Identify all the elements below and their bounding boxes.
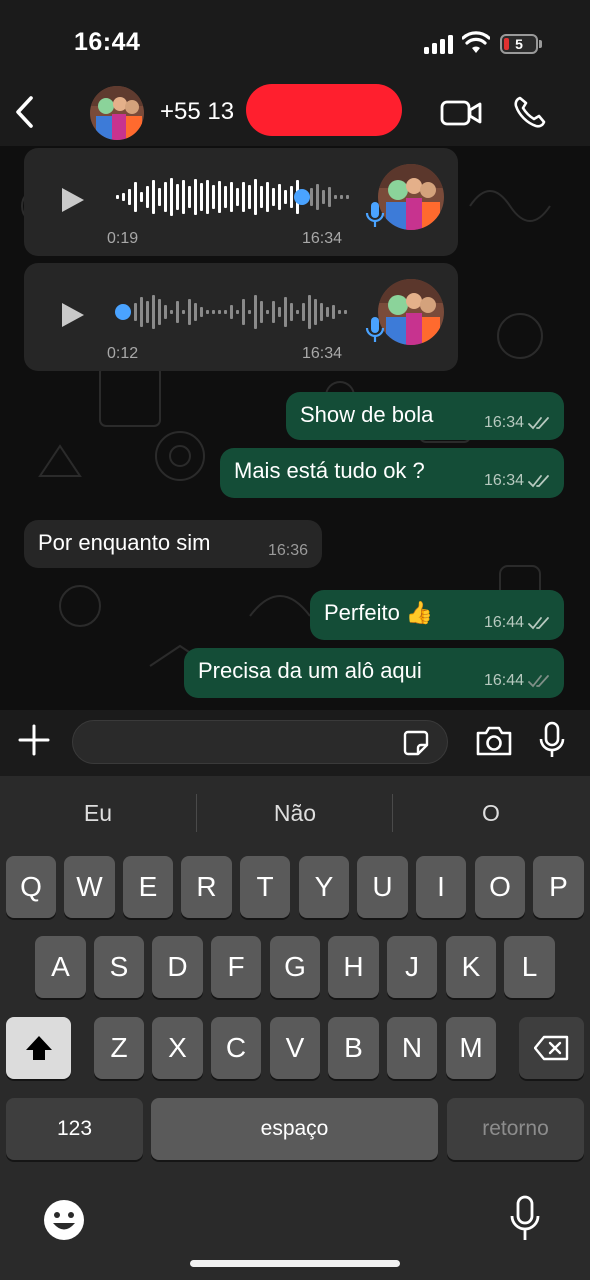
microphone-icon — [365, 202, 385, 227]
dictation-icon[interactable] — [508, 1194, 542, 1244]
suggestion[interactable]: Não — [197, 776, 393, 850]
message-time: 16:34 — [302, 230, 343, 247]
key[interactable]: V — [270, 1017, 320, 1079]
phone-icon[interactable] — [512, 94, 548, 130]
message-meta: 16:34 — [484, 414, 550, 432]
message-meta: 16:34 — [484, 472, 550, 490]
key[interactable]: R — [181, 856, 232, 918]
message-bubble-outgoing[interactable]: Show de bola 16:34 — [286, 392, 564, 440]
message-bubble-incoming[interactable]: Por enquanto sim 16:36 — [24, 520, 322, 568]
key[interactable]: N — [387, 1017, 437, 1079]
numbers-key[interactable]: 123 — [6, 1098, 143, 1160]
key[interactable]: B — [328, 1017, 379, 1079]
microphone-icon[interactable] — [538, 720, 566, 760]
voice-message[interactable]: 0:12 16:34 — [24, 263, 458, 371]
read-ticks-icon — [528, 617, 549, 630]
camera-icon[interactable] — [474, 724, 514, 758]
message-input-bar — [0, 710, 590, 776]
video-call-icon[interactable] — [440, 98, 482, 128]
key[interactable]: O — [475, 856, 525, 918]
key[interactable]: J — [387, 936, 437, 998]
voice-waveform[interactable] — [114, 291, 354, 333]
key[interactable]: P — [533, 856, 584, 918]
message-time: 16:44 — [483, 614, 524, 631]
message-text: Mais está tudo ok ? — [234, 458, 425, 483]
return-key[interactable]: retorno — [447, 1098, 584, 1160]
message-text: Perfeito 👍 — [324, 600, 434, 625]
home-indicator — [190, 1260, 400, 1267]
message-bubble-outgoing[interactable]: Mais está tudo ok ? 16:34 — [220, 448, 564, 498]
message-time: 16:34 — [483, 414, 524, 431]
status-bar: 16:44 5 — [0, 0, 590, 80]
shift-key[interactable] — [6, 1017, 71, 1079]
delete-key[interactable] — [519, 1017, 584, 1079]
key[interactable]: K — [446, 936, 496, 998]
emoji-icon[interactable] — [42, 1198, 86, 1242]
key[interactable]: C — [211, 1017, 261, 1079]
contact-avatar[interactable] — [90, 86, 144, 140]
key[interactable]: U — [357, 856, 408, 918]
message-text: Show de bola — [300, 402, 434, 427]
contact-name[interactable]: +55 13 — [160, 98, 234, 126]
battery-level: 5 — [515, 36, 523, 52]
voice-duration: 0:19 — [107, 230, 139, 247]
voice-duration: 0:12 — [107, 345, 139, 362]
message-meta: 16:44 — [484, 614, 550, 632]
key[interactable]: Y — [299, 856, 349, 918]
chat-header: +55 13 — [0, 80, 590, 146]
redaction-mark — [246, 84, 402, 136]
key[interactable]: Z — [94, 1017, 144, 1079]
key[interactable]: A — [35, 936, 86, 998]
wifi-icon — [462, 31, 490, 53]
key[interactable]: X — [152, 1017, 203, 1079]
message-time: 16:34 — [302, 345, 343, 362]
message-bubble-outgoing[interactable]: Perfeito 👍 16:44 — [310, 590, 564, 640]
sticker-icon[interactable] — [402, 729, 430, 757]
read-ticks-icon — [528, 417, 549, 430]
microphone-icon — [365, 317, 385, 342]
message-time: 16:36 — [267, 542, 308, 559]
delete-icon — [533, 1035, 568, 1061]
read-ticks-icon — [528, 475, 549, 488]
play-icon[interactable] — [60, 301, 86, 329]
message-text: Por enquanto sim — [38, 530, 211, 555]
key[interactable]: G — [270, 936, 320, 998]
sender-avatar — [378, 164, 444, 230]
key[interactable]: H — [328, 936, 379, 998]
message-meta: 16:44 — [484, 672, 550, 690]
suggestion[interactable]: Eu — [0, 776, 196, 850]
shift-icon — [25, 1036, 52, 1060]
key[interactable]: L — [504, 936, 555, 998]
chat-area[interactable]: 0:19 16:34 0:12 16:34 Show de bola 16:34… — [0, 146, 590, 710]
key[interactable]: I — [416, 856, 466, 918]
key[interactable]: D — [152, 936, 203, 998]
key[interactable]: W — [64, 856, 115, 918]
key[interactable]: T — [240, 856, 290, 918]
voice-message[interactable]: 0:19 16:34 — [24, 148, 458, 256]
message-input[interactable] — [72, 720, 448, 764]
cellular-signal-icon — [424, 34, 454, 54]
message-text: Precisa da um alô aqui — [198, 658, 422, 683]
status-time: 16:44 — [74, 28, 141, 56]
back-icon[interactable] — [10, 92, 40, 132]
keyboard: Eu Não O Q W E R T Y U I O P A S D F G H… — [0, 776, 590, 1280]
space-key[interactable]: espaço — [151, 1098, 438, 1160]
key[interactable]: E — [123, 856, 173, 918]
message-bubble-outgoing[interactable]: Precisa da um alô aqui 16:44 — [184, 648, 564, 698]
key[interactable]: Q — [6, 856, 56, 918]
sender-avatar — [378, 279, 444, 345]
delivered-ticks-icon — [528, 675, 549, 688]
key[interactable]: S — [94, 936, 144, 998]
key[interactable]: F — [211, 936, 261, 998]
play-icon[interactable] — [60, 186, 86, 214]
suggestion[interactable]: O — [393, 776, 589, 850]
message-time: 16:44 — [483, 672, 524, 689]
plus-icon[interactable] — [16, 722, 52, 758]
voice-waveform[interactable] — [114, 176, 354, 218]
message-time: 16:34 — [483, 472, 524, 489]
message-meta: 16:36 — [268, 542, 308, 560]
battery-icon: 5 — [500, 34, 538, 54]
key[interactable]: M — [446, 1017, 496, 1079]
